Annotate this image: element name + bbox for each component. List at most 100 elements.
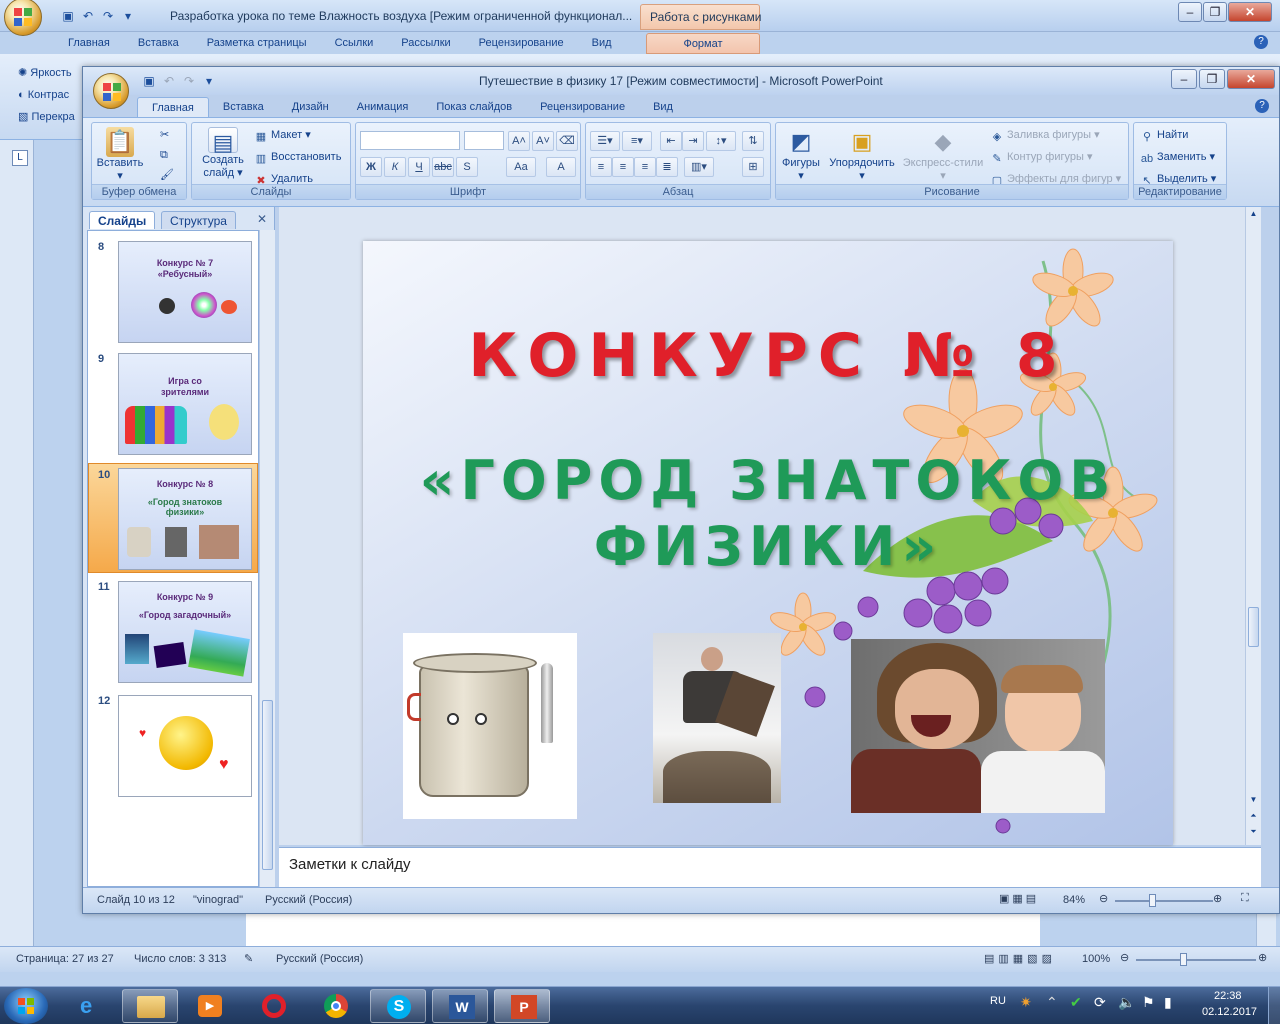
- shapes-button[interactable]: ◩ Фигуры ▾: [780, 127, 822, 183]
- word-tab-review[interactable]: Рецензирование: [465, 33, 578, 53]
- notes-pane[interactable]: Заметки к слайду: [279, 847, 1261, 887]
- arrange-button[interactable]: ▣ Упорядочить ▾: [826, 127, 898, 183]
- shape-outline-button[interactable]: ✎ Контур фигуры ▾: [990, 149, 1092, 166]
- save-icon[interactable]: ▣: [141, 73, 157, 89]
- slide-subtitle-line1[interactable]: «ГОРОД ЗНАТОКОВ: [363, 449, 1173, 512]
- underline-button[interactable]: Ч: [408, 157, 430, 177]
- word-close-button[interactable]: ✕: [1228, 2, 1272, 22]
- scroll-down-icon[interactable]: ▼: [1248, 795, 1259, 809]
- tab-outline[interactable]: Структура: [161, 211, 236, 229]
- word-page-count[interactable]: Страница: 27 из 27: [16, 953, 114, 965]
- layout-button[interactable]: ▦ Макет ▾: [254, 127, 311, 144]
- tray-network-icon[interactable]: ▮: [1164, 994, 1172, 1011]
- ppt-maximize-button[interactable]: ❐: [1199, 69, 1225, 89]
- slide-scrollbar[interactable]: ▲ ▼ ⏶ ⏷: [1245, 207, 1261, 845]
- font-size-field[interactable]: [464, 131, 504, 150]
- clock-date[interactable]: 02.12.2017: [1202, 1006, 1257, 1018]
- word-tab-view[interactable]: Вид: [578, 33, 626, 53]
- shadow-button[interactable]: S: [456, 157, 478, 177]
- taskbar-media-player[interactable]: ▶: [182, 989, 238, 1023]
- word-tab-insert[interactable]: Вставка: [124, 33, 193, 53]
- word-tab-home[interactable]: Главная: [54, 33, 124, 53]
- replace-button[interactable]: ab Заменить ▾: [1140, 149, 1215, 166]
- word-tab-format[interactable]: Формат: [646, 33, 760, 54]
- scroll-up-icon[interactable]: ▲: [1248, 209, 1259, 223]
- quick-styles-button[interactable]: ◆ Экспресс-стили ▾: [900, 127, 986, 183]
- word-zoom-thumb[interactable]: [1180, 953, 1187, 966]
- word-help-icon[interactable]: ?: [1254, 35, 1268, 49]
- theme-name[interactable]: "vinograd": [193, 894, 243, 906]
- align-center-icon[interactable]: ≡: [612, 157, 634, 177]
- word-tab-layout[interactable]: Разметка страницы: [193, 33, 321, 53]
- undo-icon[interactable]: ↶: [161, 73, 177, 89]
- ppt-zoom-slider[interactable]: [1115, 900, 1213, 902]
- align-right-icon[interactable]: ≡: [634, 157, 656, 177]
- ppt-minimize-button[interactable]: –: [1171, 69, 1197, 89]
- ppt-tab-review[interactable]: Рецензирование: [526, 97, 639, 118]
- start-button[interactable]: [4, 988, 48, 1024]
- grow-font-icon[interactable]: A˄: [508, 131, 530, 151]
- tray-update-icon[interactable]: ⟳: [1094, 994, 1106, 1011]
- next-slide-icon[interactable]: ⏷: [1248, 827, 1259, 841]
- language-indicator[interactable]: RU: [990, 995, 1006, 1007]
- ppt-language[interactable]: Русский (Россия): [265, 894, 352, 906]
- show-desktop-button[interactable]: [1268, 987, 1280, 1024]
- taskbar-powerpoint[interactable]: P: [494, 989, 550, 1023]
- word-contrast-button[interactable]: ◐ Контрас: [18, 84, 75, 106]
- strikethrough-button[interactable]: abc: [432, 157, 454, 177]
- columns-icon[interactable]: ▥▾: [684, 157, 714, 177]
- qat-menu-icon[interactable]: ▾: [120, 8, 136, 24]
- ppt-tab-design[interactable]: Дизайн: [278, 97, 343, 118]
- tray-sound-icon[interactable]: 🔈: [1118, 994, 1135, 1011]
- ppt-office-button[interactable]: [93, 73, 129, 109]
- word-word-count[interactable]: Число слов: 3 313: [134, 953, 226, 965]
- ppt-zoom-in-icon[interactable]: ⊕: [1213, 892, 1222, 905]
- slide-scroll-thumb[interactable]: [1248, 607, 1259, 647]
- thumbnails-list[interactable]: 8 Конкурс № 7 «Ребусный» 9 Игра со зрите…: [87, 230, 259, 887]
- current-slide[interactable]: КОНКУРС № 8 «ГОРОД ЗНАТОКОВ ФИЗИКИ»: [363, 241, 1173, 845]
- thumbnails-scroll-thumb[interactable]: [262, 700, 273, 870]
- slide-subtitle-line2[interactable]: ФИЗИКИ»: [363, 515, 1173, 578]
- undo-icon[interactable]: ↶: [80, 8, 96, 24]
- justify-icon[interactable]: ≣: [656, 157, 678, 177]
- ppt-close-button[interactable]: ✕: [1227, 69, 1275, 89]
- taskbar-opera[interactable]: [246, 989, 302, 1023]
- tab-slides[interactable]: Слайды: [89, 211, 156, 229]
- thumbnails-scrollbar[interactable]: [259, 230, 275, 887]
- font-name-field[interactable]: [360, 131, 460, 150]
- word-recolor-button[interactable]: ▧ Перекра: [18, 106, 75, 128]
- smartart-icon[interactable]: ⊞: [742, 157, 764, 177]
- increase-indent-icon[interactable]: ⇥: [682, 131, 704, 151]
- thumbnail-slide-12[interactable]: ♥ ♥: [118, 695, 252, 797]
- slide-editor[interactable]: КОНКУРС № 8 «ГОРОД ЗНАТОКОВ ФИЗИКИ» ▲ ▼ …: [279, 207, 1261, 845]
- text-direction-icon[interactable]: ⇅: [742, 131, 764, 151]
- word-tab-selector[interactable]: L: [12, 150, 28, 166]
- format-painter-icon[interactable]: 🖌: [160, 167, 174, 183]
- ppt-view-buttons[interactable]: ▣▦▤: [999, 892, 1039, 905]
- find-button[interactable]: ⚲ Найти: [1140, 127, 1188, 144]
- word-view-buttons[interactable]: ▤▥▦▧▨: [984, 952, 1056, 965]
- ppt-tab-insert[interactable]: Вставка: [209, 97, 278, 118]
- tray-arrow-icon[interactable]: ⌃: [1046, 994, 1058, 1011]
- bullets-icon[interactable]: ☰▾: [590, 131, 620, 151]
- word-zoom-level[interactable]: 100%: [1082, 953, 1110, 965]
- thumbnail-slide-11[interactable]: Конкурс № 9 «Город загадочный»: [118, 581, 252, 683]
- taskbar-chrome[interactable]: [308, 989, 364, 1023]
- thumbnail-slide-10[interactable]: Конкурс № 8 «Город знатоков физики»: [118, 468, 252, 570]
- ppt-zoom-thumb[interactable]: [1149, 894, 1156, 907]
- bold-button[interactable]: Ж: [360, 157, 382, 177]
- copy-icon[interactable]: ⧉: [160, 147, 168, 163]
- tray-avast-icon[interactable]: ✷: [1020, 994, 1032, 1011]
- word-office-button[interactable]: [4, 0, 42, 36]
- taskbar-explorer[interactable]: [122, 989, 178, 1023]
- ppt-tab-slideshow[interactable]: Показ слайдов: [422, 97, 526, 118]
- ppt-tab-home[interactable]: Главная: [137, 97, 209, 118]
- woodcutter-picture[interactable]: [653, 633, 781, 803]
- word-tab-references[interactable]: Ссылки: [321, 33, 388, 53]
- font-color-button[interactable]: A: [546, 157, 576, 177]
- change-case-button[interactable]: Aa: [506, 157, 536, 177]
- shape-fill-button[interactable]: ◈ Заливка фигуры ▾: [990, 127, 1100, 144]
- reset-button[interactable]: ▥ Восстановить: [254, 149, 342, 166]
- word-minimize-button[interactable]: –: [1178, 2, 1202, 22]
- cut-icon[interactable]: ✂: [160, 127, 169, 143]
